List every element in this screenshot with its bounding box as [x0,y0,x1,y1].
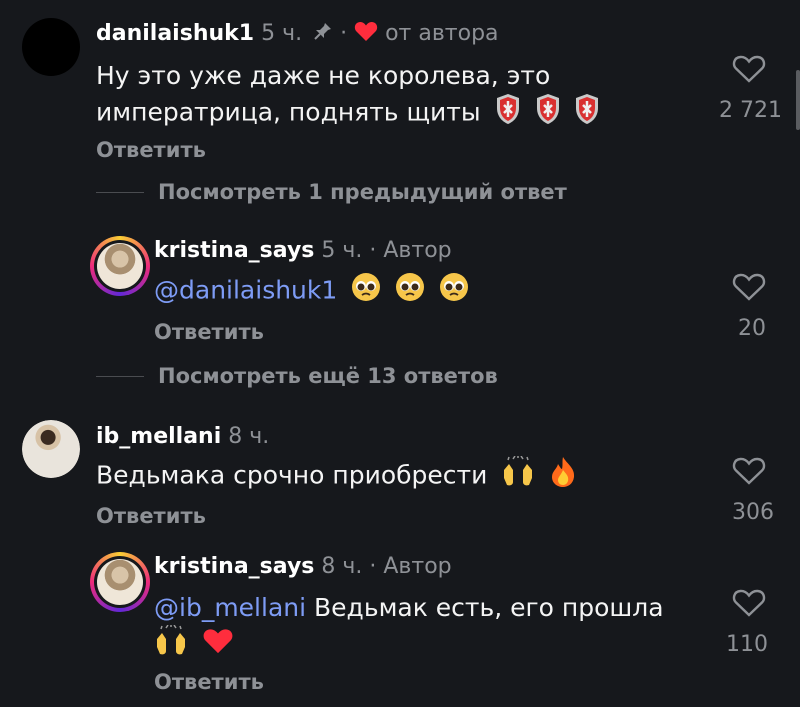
avatar-photo [97,243,143,289]
comment-text: Ведьмака срочно приобрести [96,455,577,497]
shield-icon [574,93,600,134]
comment-text: Ну это уже даже не королева, это императ… [96,58,656,134]
reply-button[interactable]: Ответить [154,670,264,694]
thread-label: Посмотреть 1 предыдущий ответ [158,180,567,204]
comment-time: 5 ч. [261,21,303,46]
pin-icon [313,21,333,47]
username[interactable]: kristina_says [154,238,314,263]
scrollbar[interactable] [796,70,800,130]
view-more-replies-button[interactable]: Посмотреть ещё 13 ответов [96,364,498,388]
author-badge: · Автор [369,238,452,263]
thread-label: Посмотреть ещё 13 ответов [158,364,498,388]
reply-kristina-says: kristina_says 5 ч. · Автор @danilaishuk1… [0,232,800,352]
like-count: 2 721 [719,98,782,123]
author-badge: · Автор [369,554,452,579]
like-heart-icon[interactable] [732,54,766,84]
shield-icon [495,93,521,134]
reply-kristina-says: kristina_says 8 ч. · Автор @ib_mellani В… [0,548,800,707]
comment-text: @danilaishuk1 [154,272,469,311]
comment-time: 5 ч. [321,238,363,263]
author-like-label: от автора [385,21,499,46]
like-heart-icon[interactable] [732,272,766,302]
author-heart-icon [354,20,378,48]
avatar[interactable] [90,236,150,296]
pleading-face-icon [439,272,469,311]
view-previous-replies-button[interactable]: Посмотреть 1 предыдущий ответ [96,180,567,204]
shield-icon [535,93,561,134]
comment-text-body: Ведьмак есть, его прошла [314,593,664,622]
username[interactable]: ib_mellani [96,424,221,449]
like-heart-icon[interactable] [732,588,766,618]
reply-button[interactable]: Ответить [96,138,206,162]
raising-hands-icon [154,624,188,666]
comment-text-body: Ведьмака срочно приобрести [96,460,488,490]
comment-danilaishuk1: danilaishuk1 5 ч. · от автора Ну это уже… [0,0,800,170]
comment-meta: kristina_says 8 ч. · Автор [154,554,452,579]
comment-text-body: Ну это уже даже не королева, это императ… [96,61,551,127]
raising-hands-icon [501,455,535,497]
reply-button[interactable]: Ответить [154,320,264,344]
pleading-face-icon [395,272,425,311]
avatar[interactable] [22,420,80,478]
comment-meta: kristina_says 5 ч. · Автор [154,238,452,263]
like-count: 110 [726,632,768,657]
comment-time: 8 ч. [321,554,363,579]
comment-text: @ib_mellani Ведьмак есть, его прошла [154,590,714,666]
like-heart-icon[interactable] [732,456,766,486]
reply-button[interactable]: Ответить [96,504,206,528]
comment-time: 8 ч. [228,424,270,449]
like-count: 306 [732,500,774,525]
red-heart-icon [202,627,234,664]
username[interactable]: kristina_says [154,554,314,579]
comment-meta: ib_mellani 8 ч. [96,424,269,449]
pleading-face-icon [351,272,381,311]
mention-link[interactable]: @danilaishuk1 [154,276,337,305]
like-count: 20 [738,316,766,341]
mention-link[interactable]: @ib_mellani [154,593,306,622]
avatar[interactable] [90,552,150,612]
avatar[interactable] [22,18,80,76]
comment-meta: danilaishuk1 5 ч. · от автора [96,20,499,48]
avatar-photo [97,559,143,605]
username[interactable]: danilaishuk1 [96,21,254,46]
fire-icon [549,456,577,497]
comment-ib-mellani: ib_mellani 8 ч. Ведьмака срочно приобрес… [0,416,800,536]
avatar-photo [22,420,80,478]
